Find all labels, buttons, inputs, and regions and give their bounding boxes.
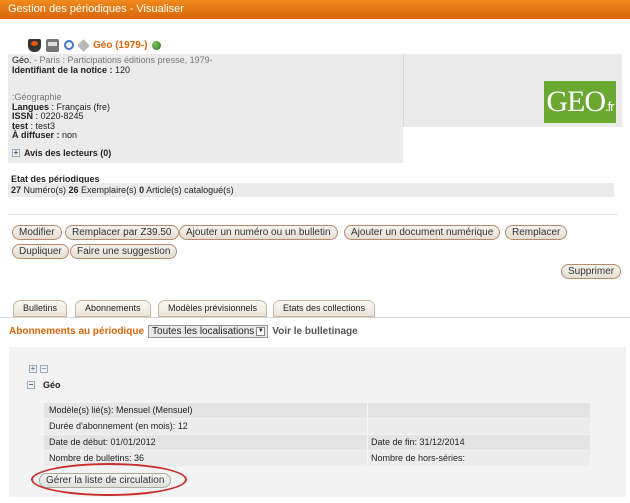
issn-label: ISSN <box>12 111 34 121</box>
exemplaire-label: Exemplaire(s) <box>78 185 140 195</box>
remplacer-button[interactable]: Remplacer <box>505 225 568 240</box>
modele-cell: Modèle(s) lié(s): Mensuel (Mensuel) <box>44 403 368 418</box>
date-debut-cell: Date de début: 01/01/2012 <box>44 435 368 450</box>
issn-value: : 0220-8245 <box>33 111 84 121</box>
abonnements-label: Abonnements au périodique <box>9 325 145 337</box>
abonnement-title: Géo <box>43 380 61 390</box>
abonnements-filter-line: Abonnements au périodique Toutes les loc… <box>9 324 358 338</box>
date-fin-cell: Date de fin: 31/12/2014 <box>371 437 465 447</box>
tab-bar: Bulletins Abonnements Modèles prévisionn… <box>0 298 630 318</box>
table-row: Modèle(s) lié(s): Mensuel (Mensuel) <box>44 403 590 418</box>
search-icon[interactable] <box>64 40 74 50</box>
dupliquer-button[interactable]: Dupliquer <box>12 244 69 259</box>
numero-count: 27 <box>11 185 22 195</box>
diffuser-line: À diffuser : non <box>12 130 399 141</box>
notice-short-title: Géo. <box>12 55 32 65</box>
tab-bulletins[interactable]: Bulletins <box>13 300 68 317</box>
expand-all-icon[interactable]: + <box>29 365 37 373</box>
etat-summary: 27 Numéro(s) 26 Exemplaire(s) 0 Article(… <box>8 183 614 197</box>
test-label: test <box>12 120 29 131</box>
basket-icon[interactable] <box>28 38 41 52</box>
empty-cell <box>368 403 590 418</box>
collapse-icon[interactable]: − <box>27 381 35 389</box>
logo-suffix-text: .fr <box>605 99 615 114</box>
duree-cell: Durée d'abonnement (en mois): 12 <box>44 419 368 434</box>
abonnement-node[interactable]: − Géo <box>27 380 61 390</box>
localisation-select[interactable]: Toutes les localisations ▼ <box>148 324 269 338</box>
avis-lecteurs[interactable]: + Avis des lecteurs (0) <box>12 148 111 158</box>
diffuser-value: non <box>59 130 78 140</box>
notice-header: Géo (1979-) <box>28 36 162 54</box>
expand-plus-icon[interactable]: + <box>12 149 20 157</box>
ajouter-numero-button[interactable]: Ajouter un numéro ou un bulletin <box>179 225 338 240</box>
identifiant-value: 120 <box>112 64 131 75</box>
table-row: Date de début: 01/01/2012 Date de fin: 3… <box>44 435 590 450</box>
empty-cell <box>368 419 590 434</box>
remplacer-z3950-button[interactable]: Remplacer par Z39.50 <box>65 225 179 240</box>
identifiant-label: Identifiant de la notice : <box>12 64 113 75</box>
tree-controls: + − <box>29 365 48 373</box>
article-label: Article(s) catalogué(s) <box>144 185 234 195</box>
modifier-button[interactable]: Modifier <box>12 225 62 240</box>
issn-line: ISSN : 0220-8245 <box>12 111 399 122</box>
hors-series-cell: Nombre de hors-séries: <box>371 453 466 463</box>
suggestion-button[interactable]: Faire une suggestion <box>70 244 178 259</box>
notice-title: Géo (1979-) <box>93 39 148 51</box>
abonnement-details-table: Modèle(s) lié(s): Mensuel (Mensuel) Duré… <box>44 403 590 467</box>
print-icon[interactable] <box>46 38 59 52</box>
supprimer-button[interactable]: Supprimer <box>561 264 622 279</box>
localisation-select-value: Toutes les localisations <box>152 325 255 337</box>
globe-icon <box>152 40 162 50</box>
diffuser-label: À diffuser : <box>12 130 60 140</box>
notice-panel: Géo (1979-) Géo. - Paris : Participation… <box>8 28 622 163</box>
notice-id-line: Identifiant de la notice : 120 <box>12 64 399 76</box>
table-row: Durée d'abonnement (en mois): 12 <box>44 419 590 434</box>
langues-value: : Français (fre) <box>49 101 111 112</box>
chevron-down-icon[interactable]: ▼ <box>256 326 266 336</box>
collapse-all-icon[interactable]: − <box>40 365 48 373</box>
tab-abonnements[interactable]: Abonnements <box>75 300 151 317</box>
notice-details: Géo. - Paris : Participations éditions p… <box>8 54 403 163</box>
highlight-annotation <box>31 463 187 496</box>
tag-icon[interactable] <box>77 38 90 52</box>
ajouter-document-button[interactable]: Ajouter un document numérique <box>344 225 501 240</box>
langues-label: Langues <box>12 101 50 112</box>
action-buttons: Modifier Remplacer par Z39.50 Ajouter un… <box>8 214 622 284</box>
window-title: Gestion des périodiques - Visualiser <box>0 0 630 19</box>
tab-etats-collections[interactable]: Etats des collections <box>273 300 376 317</box>
geo-logo: GEO.fr <box>544 81 616 123</box>
tab-modeles-previsionnels[interactable]: Modèles prévisionnels <box>158 300 268 317</box>
notice-publisher: - Paris : Participations éditions presse… <box>31 55 213 65</box>
abonnement-panel: + − − Géo Modèle(s) lié(s): Mensuel (Men… <box>9 347 626 497</box>
voir-bulletinage-link[interactable]: Voir le bulletinage <box>272 326 357 337</box>
logo-main-text: GEO <box>546 85 606 118</box>
exemplaire-count: 26 <box>68 185 79 195</box>
test-value: : test3 <box>28 120 56 131</box>
numero-label: Numéro(s) <box>21 185 69 195</box>
avis-label: Avis des lecteurs (0) <box>24 148 112 158</box>
cover-area: GEO.fr <box>403 54 622 127</box>
